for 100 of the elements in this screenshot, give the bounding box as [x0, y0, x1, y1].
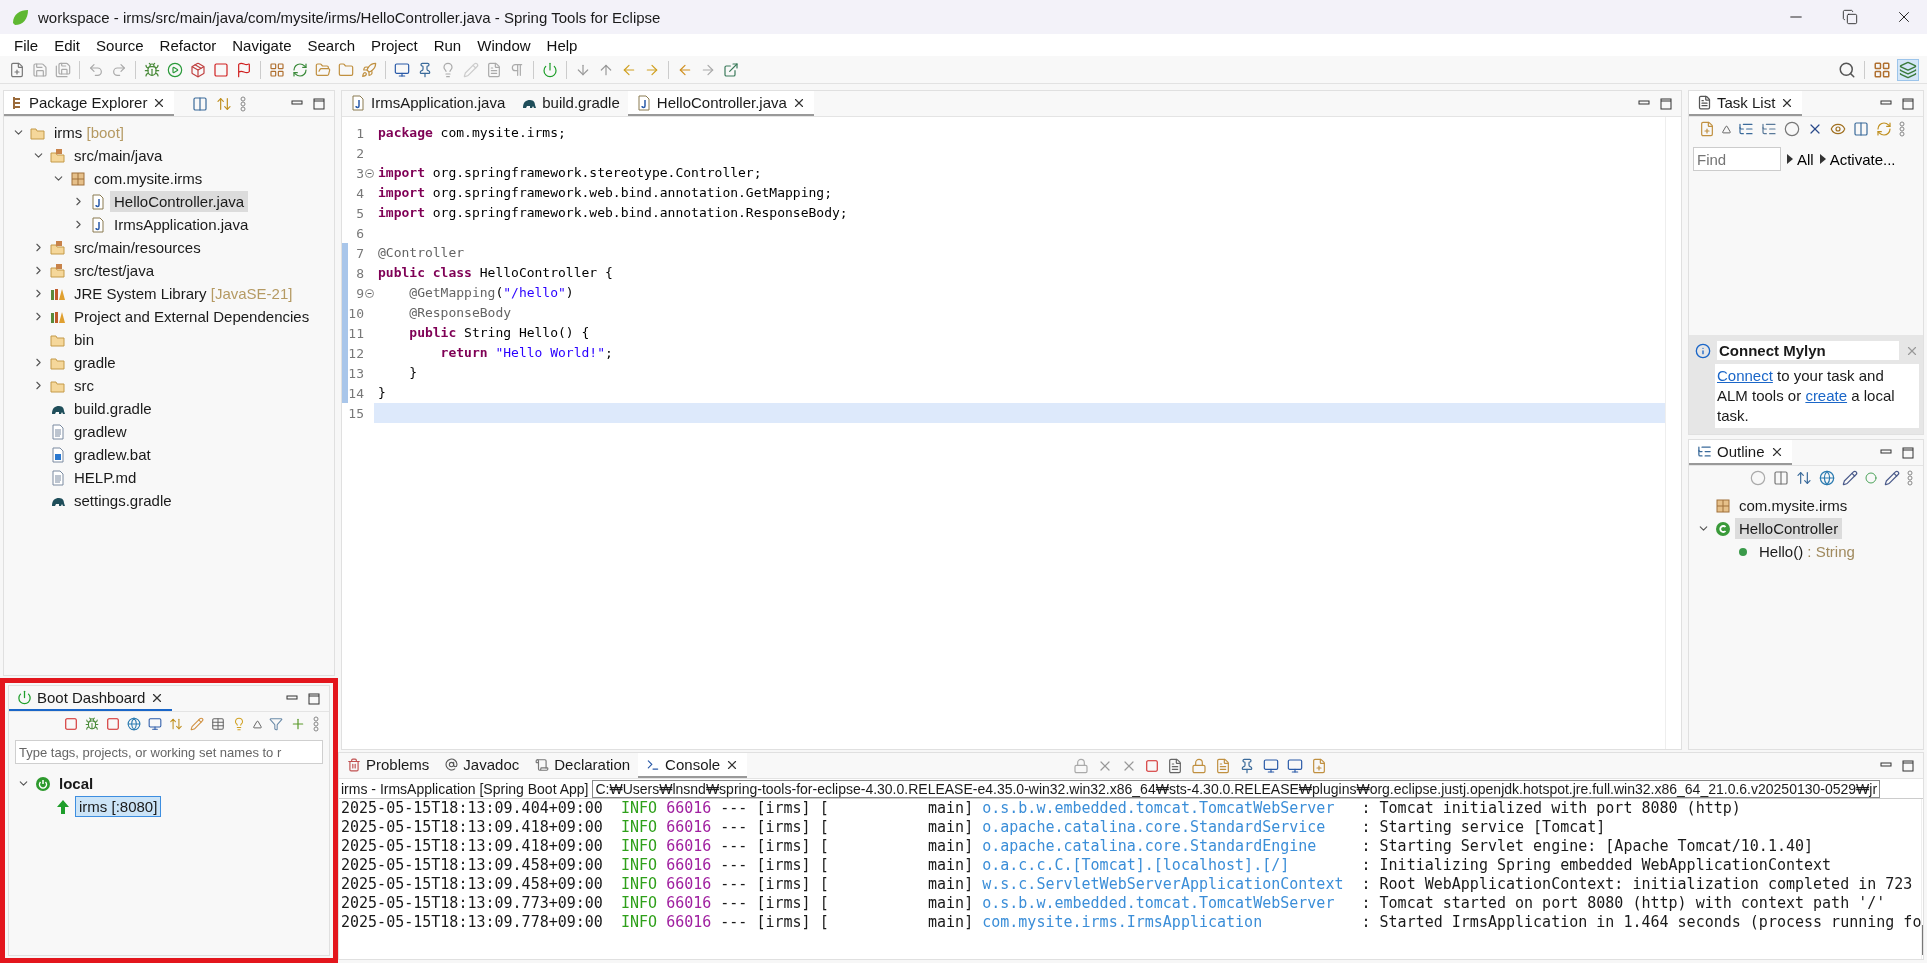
save-all-button[interactable] — [54, 60, 72, 79]
package-icon — [70, 170, 86, 187]
text-link[interactable]: Connect — [1717, 367, 1773, 384]
stop-icon — [106, 717, 120, 731]
tree-item[interactable]: bin — [70, 329, 99, 350]
menu-item[interactable]: Navigate — [224, 36, 300, 54]
editor-tab[interactable]: HelloController.java — [627, 91, 814, 116]
tree-item[interactable]: HelloController.java — [110, 191, 249, 212]
text-link[interactable]: create — [1805, 387, 1848, 404]
globe-icon — [127, 717, 141, 731]
tree-item[interactable]: com.mysite.irms — [90, 168, 207, 189]
view-tab[interactable]: Declaration — [527, 753, 639, 778]
view-tab[interactable]: Problems — [339, 753, 438, 778]
new-console-icon — [1287, 757, 1304, 774]
grid-button[interactable] — [268, 60, 286, 79]
tree-item[interactable]: src — [70, 375, 98, 396]
rocket-button[interactable] — [360, 60, 378, 79]
view-tab[interactable]: Javadoc — [437, 753, 528, 778]
tree-item[interactable]: gradlew — [70, 421, 131, 442]
tree-item[interactable]: JRE System Library [JavaSE-21] — [70, 283, 297, 304]
package-folder-icon — [50, 262, 66, 279]
maximize-icon[interactable] — [1901, 758, 1915, 773]
find-field[interactable]: Find — [1693, 147, 1781, 171]
maximize-icon[interactable] — [1901, 96, 1915, 111]
fold-icon[interactable] — [364, 168, 374, 178]
save-button[interactable] — [31, 60, 49, 79]
line-number: 5 — [356, 205, 364, 221]
code-line: @ResponseBody — [408, 304, 513, 322]
tree-item[interactable]: settings.gradle — [70, 490, 176, 511]
tree-item[interactable]: src/main/java — [70, 145, 167, 166]
stop-button[interactable] — [212, 60, 230, 79]
menu-item[interactable]: Project — [363, 36, 426, 54]
tree-item[interactable]: src/test/java — [70, 260, 159, 281]
bug-button[interactable] — [143, 60, 161, 79]
power-button[interactable] — [541, 60, 559, 79]
monitor-button[interactable] — [393, 60, 411, 79]
external-link-button[interactable] — [722, 60, 740, 79]
fold-icon[interactable] — [364, 288, 374, 298]
tree-item[interactable]: HelloController — [1735, 518, 1843, 539]
class-icon — [1715, 520, 1731, 537]
refresh-button[interactable] — [291, 60, 309, 79]
menu-item[interactable]: Window — [469, 36, 539, 54]
maximize-icon[interactable] — [1659, 96, 1673, 111]
new-file-button[interactable] — [8, 60, 26, 79]
more-icon[interactable] — [240, 95, 247, 112]
tree-item[interactable]: gradlew.bat — [70, 444, 155, 465]
open-folder-button[interactable] — [314, 60, 332, 79]
restore-icon[interactable] — [1842, 9, 1858, 25]
tree-item[interactable]: local — [55, 773, 98, 794]
editor-tab[interactable]: IrmsApplication.java — [342, 91, 514, 116]
connect-message: Connect to your task and ALM tools or create a local task. — [1715, 364, 1919, 428]
line-number: 11 — [348, 325, 364, 341]
view-tab[interactable]: Boot Dashboard — [37, 689, 146, 706]
line-number: 8 — [356, 265, 364, 281]
filter-link[interactable]: Activate... — [1819, 150, 1896, 168]
log-line: 2025-05-15T18:13:09.418+09:00 INFO 66016 --- [irms] [ main] o.apache.catalina.core.StandardService : Starting service [Tomcat] — [341, 818, 1607, 837]
console-icon — [148, 717, 162, 731]
menu-item[interactable]: Search — [299, 36, 363, 54]
maximize-icon[interactable] — [312, 96, 326, 111]
more-icon[interactable] — [1899, 121, 1905, 137]
menu-item[interactable]: Edit — [46, 36, 89, 54]
tree-item[interactable]: Project and External Dependencies — [70, 306, 314, 327]
tree-item[interactable]: IrmsApplication.java — [110, 214, 253, 235]
maximize-icon[interactable] — [1901, 445, 1915, 460]
java-file-icon — [90, 193, 106, 210]
editor-tab[interactable]: build.gradle — [513, 91, 628, 116]
more-icon[interactable] — [313, 716, 319, 732]
menu-item[interactable]: Run — [425, 36, 470, 54]
filter-field[interactable]: Type tags, projects, or working set names to r — [15, 740, 323, 764]
menu-item[interactable]: Source — [88, 36, 152, 54]
line-number: 13 — [348, 365, 364, 381]
at-icon — [445, 758, 459, 771]
folder-button[interactable] — [337, 60, 355, 79]
perspective-button[interactable] — [1897, 58, 1919, 81]
document-button[interactable] — [485, 60, 503, 79]
pencil-icon — [190, 717, 204, 731]
tree-item[interactable]: irms [boot] — [50, 122, 129, 143]
console-icon — [646, 757, 661, 772]
maximize-icon[interactable] — [307, 691, 321, 706]
menu-item[interactable]: Refactor — [151, 36, 225, 54]
sort-icon — [1796, 470, 1812, 486]
log-line: 2025-05-15T18:13:09.458+09:00 INFO 66016 --- [irms] [ main] w.s.c.ServletWebServerApplicationContext : Root WebApplicationContext: initialization completed in 723 — [341, 875, 1914, 894]
log-line: 2025-05-15T18:13:09.773+09:00 INFO 66016 --- [irms] [ main] o.s.b.w.embedded.tomcat.TomcatWebServer : Tomcat started on port 8080 (http) with context path '/' — [341, 894, 1887, 913]
tree-item[interactable]: Hello() : String — [1755, 541, 1859, 562]
more-icon[interactable] — [1907, 470, 1913, 486]
tree-item[interactable]: src/main/resources — [70, 237, 205, 258]
tree-item[interactable]: com.mysite.irms — [1735, 495, 1852, 516]
flag-button[interactable] — [235, 60, 253, 79]
tree-item[interactable]: gradle — [70, 352, 120, 373]
tree-item[interactable]: HELP.md — [70, 467, 141, 488]
new-task-icon — [1699, 121, 1715, 137]
tree-item[interactable]: irms [:8080] — [75, 796, 162, 817]
menu-item[interactable]: Help — [538, 36, 586, 54]
tree-item[interactable]: build.gradle — [70, 398, 156, 419]
line-number: 2 — [356, 145, 364, 161]
log-line: 2025-05-15T18:13:09.404+09:00 INFO 66016 --- [irms] [ main] o.s.b.w.embedded.tomcat.TomcatWebServer : Tomcat initialized with port 8080 (http) — [341, 799, 1742, 818]
filter-link[interactable]: All — [1787, 150, 1814, 168]
play-button[interactable] — [166, 60, 184, 79]
menu-item[interactable]: File — [6, 36, 47, 54]
view-tab[interactable]: Console — [638, 753, 748, 778]
